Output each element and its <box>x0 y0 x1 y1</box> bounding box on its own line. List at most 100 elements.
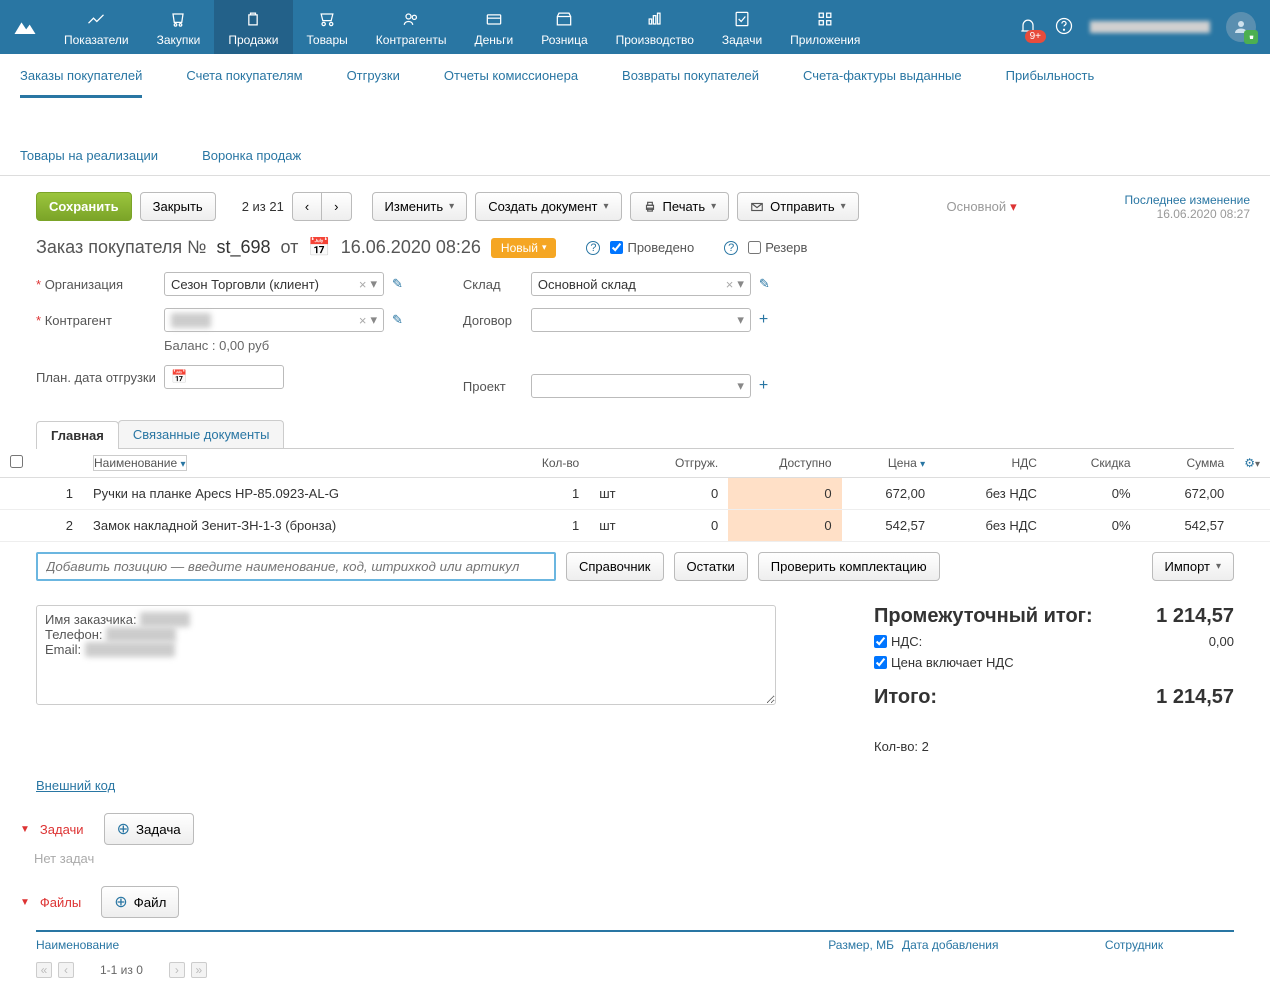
pager-next-button[interactable]: › <box>322 192 351 221</box>
close-icon[interactable]: × <box>355 277 371 292</box>
subnav-commission-reports[interactable]: Отчеты комиссионера <box>444 68 578 98</box>
chevron-down-icon[interactable]: ▾ <box>737 378 744 394</box>
subnav-issued-invoices[interactable]: Счета-фактуры выданные <box>803 68 962 98</box>
pencil-icon[interactable]: ✎ <box>759 276 770 292</box>
vat-checkbox[interactable] <box>874 635 887 648</box>
notes-textarea[interactable]: Имя заказчика: x Телефон: x Email: x <box>36 605 776 705</box>
nav-tasks[interactable]: Задачи <box>708 0 776 54</box>
status-badge[interactable]: Новый ▾ <box>491 238 557 258</box>
files-col-employee[interactable]: Сотрудник <box>1034 938 1234 952</box>
type-selector[interactable]: Основной ▾ <box>947 199 1017 215</box>
subnav-invoices[interactable]: Счета покупателям <box>186 68 302 98</box>
add-item-input[interactable] <box>36 552 556 581</box>
counterparty-input[interactable]: xxx×▾ <box>164 308 384 332</box>
pager-last-button[interactable]: » <box>191 962 207 978</box>
edit-button[interactable]: Изменить ▾ <box>372 192 468 221</box>
chevron-down-icon[interactable]: ▾ <box>370 312 377 328</box>
pager-first-button[interactable]: « <box>36 962 52 978</box>
price-includes-vat-label: Цена включает НДС <box>891 655 1014 670</box>
nav-indicators[interactable]: Показатели <box>50 0 143 54</box>
subnav-shipments[interactable]: Отгрузки <box>347 68 400 98</box>
nav-money[interactable]: Деньги <box>460 0 527 54</box>
avail-header: Доступно <box>728 449 841 478</box>
posted-label: Проведено <box>627 240 694 255</box>
files-col-name[interactable]: Наименование <box>36 938 784 952</box>
nav-purchases[interactable]: Закупки <box>143 0 215 54</box>
posted-checkbox[interactable] <box>610 241 623 254</box>
contract-input[interactable]: ▾ <box>531 308 751 332</box>
help-icon[interactable] <box>1054 16 1074 39</box>
close-button[interactable]: Закрыть <box>140 192 216 221</box>
help-reserve-icon[interactable]: ? <box>724 241 738 255</box>
pager-next-button[interactable]: › <box>169 962 185 978</box>
doc-date[interactable]: 16.06.2020 08:26 <box>341 237 481 258</box>
nav-apps[interactable]: Приложения <box>776 0 874 54</box>
tasks-header[interactable]: Задачи <box>40 822 84 837</box>
nav-goods[interactable]: Товары <box>293 0 362 54</box>
add-task-button[interactable]: ⊕Задача <box>104 813 194 845</box>
pager-text: 2 из 21 <box>242 199 284 214</box>
vat-header: НДС <box>935 449 1047 478</box>
help-posted-icon[interactable]: ? <box>586 241 600 255</box>
price-header-dropdown[interactable]: Цена ▾ <box>888 456 925 470</box>
files-col-size[interactable]: Размер, МБ <box>784 938 894 952</box>
files-header[interactable]: Файлы <box>40 895 81 910</box>
calendar-icon[interactable]: 📅 <box>308 237 330 258</box>
chevron-down-icon[interactable]: ▾ <box>737 276 744 292</box>
collapse-icon[interactable]: ▼ <box>20 897 30 908</box>
pencil-icon[interactable]: ✎ <box>392 312 403 328</box>
reference-button[interactable]: Справочник <box>566 552 664 581</box>
sub-nav: Заказы покупателей Счета покупателям Отг… <box>0 54 1270 176</box>
print-button[interactable]: Печать ▾ <box>630 192 730 221</box>
company-name[interactable] <box>1090 21 1210 33</box>
subnav-sales-funnel[interactable]: Воронка продаж <box>202 148 301 175</box>
notifications-icon[interactable]: 9+ <box>1018 16 1038 39</box>
pager-prev-button[interactable]: ‹ <box>292 192 322 221</box>
warehouse-input[interactable]: Основной склад×▾ <box>531 272 751 296</box>
create-document-button[interactable]: Создать документ ▾ <box>475 192 621 221</box>
pencil-icon[interactable]: ✎ <box>392 276 403 292</box>
tab-main[interactable]: Главная <box>36 421 119 449</box>
close-icon[interactable]: × <box>722 277 738 292</box>
app-logo[interactable] <box>0 0 50 54</box>
price-includes-vat-checkbox[interactable] <box>874 656 887 669</box>
plus-icon[interactable]: + <box>759 311 768 329</box>
gear-icon[interactable]: ⚙ <box>1244 456 1255 470</box>
select-all-checkbox[interactable] <box>10 455 23 468</box>
files-col-date[interactable]: Дата добавления <box>894 938 1034 952</box>
table-row[interactable]: 2Замок накладной Зенит-ЗН-1-3 (бронза)1ш… <box>0 510 1270 542</box>
plus-icon[interactable]: + <box>759 377 768 395</box>
plan-date-input[interactable]: 📅 <box>164 365 284 389</box>
external-code-link[interactable]: Внешний код <box>36 778 115 793</box>
nav-sales[interactable]: Продажи <box>214 0 292 54</box>
reserve-checkbox[interactable] <box>748 241 761 254</box>
chevron-down-icon[interactable]: ▾ <box>370 276 377 292</box>
check-kit-button[interactable]: Проверить комплектацию <box>758 552 940 581</box>
add-file-button[interactable]: ⊕Файл <box>101 886 179 918</box>
send-button[interactable]: Отправить ▾ <box>737 192 859 221</box>
pager-prev-button[interactable]: ‹ <box>58 962 74 978</box>
subnav-returns[interactable]: Возвраты покупателей <box>622 68 759 98</box>
user-avatar[interactable] <box>1226 12 1256 42</box>
subnav-customer-orders[interactable]: Заказы покупателей <box>20 68 142 98</box>
name-header-dropdown[interactable]: Наименование ▾ <box>93 455 187 471</box>
subnav-profitability[interactable]: Прибыльность <box>1006 68 1095 98</box>
chevron-down-icon[interactable]: ▾ <box>737 312 744 328</box>
tab-related[interactable]: Связанные документы <box>118 420 285 448</box>
reserve-label: Резерв <box>765 240 807 255</box>
collapse-icon[interactable]: ▼ <box>20 824 30 835</box>
subnav-consignment-goods[interactable]: Товары на реализации <box>20 148 158 175</box>
stock-button[interactable]: Остатки <box>674 552 748 581</box>
close-icon[interactable]: × <box>355 313 371 328</box>
nav-counterparties[interactable]: Контрагенты <box>362 0 461 54</box>
doc-number[interactable]: st_698 <box>216 237 270 258</box>
files-pager-text: 1-1 из 0 <box>100 963 143 977</box>
save-button[interactable]: Сохранить <box>36 192 132 221</box>
table-row[interactable]: 1Ручки на планке Apecs HP-85.0923-AL-G1ш… <box>0 478 1270 510</box>
nav-production[interactable]: Производство <box>602 0 708 54</box>
discount-header-dropdown[interactable]: Скидка <box>1091 456 1131 470</box>
nav-retail[interactable]: Розница <box>527 0 601 54</box>
import-button[interactable]: Импорт ▾ <box>1152 552 1234 581</box>
project-input[interactable]: ▾ <box>531 374 751 398</box>
org-input[interactable]: Сезон Торговли (клиент)×▾ <box>164 272 384 296</box>
